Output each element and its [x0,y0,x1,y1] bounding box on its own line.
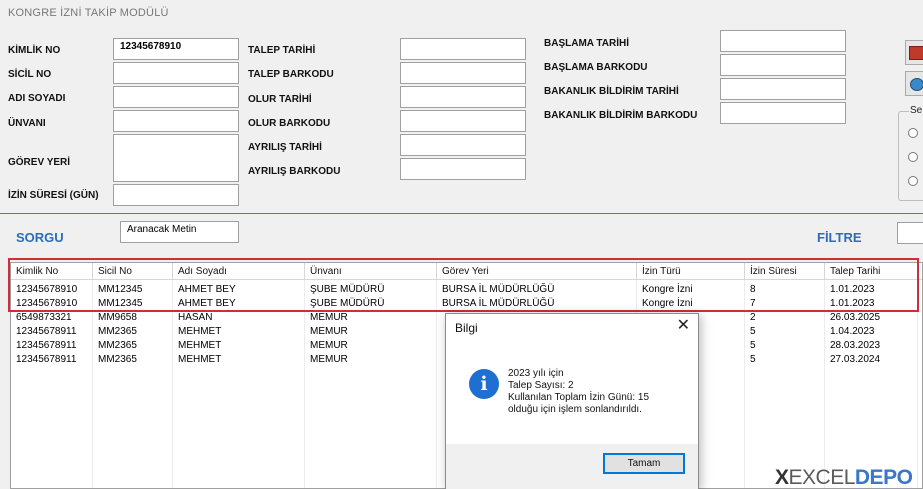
cell-unvani: MEMUR [310,326,348,337]
filter-label: FİLTRE [817,230,862,245]
selection-group: Se [898,105,923,201]
window-title: KONGRE İZNİ TAKİP MODÜLÜ [8,7,169,19]
dialog-message-line: olduğu için işlem sonlandırıldı. [508,404,642,415]
save-icon [909,46,923,60]
cell-talep-tarihi: 1.04.2023 [830,326,875,337]
cell-adi-soyadi: MEHMET [178,340,222,351]
watermark-excel: EXCEL [788,466,856,489]
ayrilis-barkodu-input[interactable] [400,158,526,180]
ayrilis-tarihi-input[interactable] [400,134,526,156]
section-divider [0,213,923,214]
watermark-logo: XEXCELDEPO [775,466,913,489]
cell-kimlik-no: 12345678911 [16,340,77,351]
watermark-x: X [775,466,789,489]
info-dialog: Bilgi ✕ i 2023 yılı için Talep Sayısı: 2… [445,313,699,489]
watermark-depo: DEPO [854,466,913,489]
label-sicil-no: SİCİL NO [8,69,52,80]
bakanlik-bildirim-barkodu-input[interactable] [720,102,846,124]
refresh-button[interactable] [905,71,923,96]
label-gorev-yeri: GÖREV YERİ [8,157,71,168]
cell-kimlik-no: 6549873321 [16,312,72,323]
info-icon: i [469,369,499,399]
label-olur-tarihi: OLUR TARİHİ [248,94,312,105]
dialog-message-line: Talep Sayısı: 2 [508,380,574,391]
olur-tarihi-input[interactable] [400,86,526,108]
cell-adi-soyadi: MEHMET [178,326,222,337]
label-olur-barkodu: OLUR BARKODU [248,118,331,129]
dialog-footer: Tamam [446,444,698,489]
bakanlik-bildirim-tarihi-input[interactable] [720,78,846,100]
cell-sicil-no: MM2365 [98,326,137,337]
adi-soyadi-input[interactable] [113,86,239,108]
cell-sicil-no: MM2365 [98,354,137,365]
label-ayrilis-tarihi: AYRILIŞ TARİHİ [248,142,322,153]
baslama-tarihi-input[interactable] [720,30,846,52]
cell-sicil-no: MM2365 [98,340,137,351]
cell-izin-suresi: 2 [750,312,756,323]
cell-talep-tarihi: 27.03.2024 [830,354,881,365]
radio-option-3[interactable] [908,176,918,186]
baslama-barkodu-input[interactable] [720,54,846,76]
highlight-box [8,258,919,312]
kimlik-no-input[interactable]: 12345678910 [113,38,239,60]
radio-option-1[interactable] [908,128,918,138]
cell-izin-suresi: 5 [750,326,756,337]
unvani-input[interactable] [113,110,239,132]
label-baslama-tarihi: BAŞLAMA TARİHİ [544,38,629,49]
close-icon[interactable]: ✕ [677,317,690,335]
radio-option-2[interactable] [908,152,918,162]
dialog-title: Bilgi [455,321,478,335]
filter-input[interactable] [897,222,923,244]
talep-barkodu-input[interactable] [400,62,526,84]
cell-unvani: MEMUR [310,340,348,351]
label-bakanlik-bildirim-tarihi: BAKANLIK BİLDİRİM TARİHİ [544,86,679,97]
save-button[interactable] [905,40,923,65]
izin-suresi-input[interactable] [113,184,239,206]
gorev-yeri-input[interactable] [113,134,239,182]
cell-sicil-no: MM9658 [98,312,137,323]
talep-tarihi-input[interactable] [400,38,526,60]
dialog-message-line: 2023 yılı için [508,368,564,379]
cell-unvani: MEMUR [310,312,348,323]
label-unvani: ÜNVANI [8,118,46,129]
cell-kimlik-no: 12345678911 [16,326,77,337]
cell-talep-tarihi: 26.03.2025 [830,312,881,323]
label-bakanlik-bildirim-barkodu: BAKANLIK BİLDİRİM BARKODU [544,110,698,121]
search-input[interactable]: Aranacak Metin [120,221,239,243]
search-label: SORGU [16,230,64,245]
label-talep-tarihi: TALEP TARİHİ [248,45,316,56]
sicil-no-input[interactable] [113,62,239,84]
label-ayrilis-barkodu: AYRILIŞ BARKODU [248,166,341,177]
refresh-icon [910,78,923,91]
cell-unvani: MEMUR [310,354,348,365]
dialog-message-line: Kullanılan Toplam İzin Günü: 15 [508,392,650,403]
cell-izin-suresi: 5 [750,340,756,351]
label-izin-suresi: İZİN SÜRESİ (GÜN) [8,190,99,201]
cell-izin-suresi: 5 [750,354,756,365]
cell-adi-soyadi: MEHMET [178,354,222,365]
ok-button[interactable]: Tamam [603,453,685,474]
label-talep-barkodu: TALEP BARKODU [248,69,334,80]
olur-barkodu-input[interactable] [400,110,526,132]
label-baslama-barkodu: BAŞLAMA BARKODU [544,62,648,73]
cell-kimlik-no: 12345678911 [16,354,77,365]
label-kimlik-no: KİMLİK NO [8,45,61,56]
label-adi-soyadi: ADI SOYADI [8,93,66,104]
group-title: Se [909,105,923,116]
cell-talep-tarihi: 28.03.2023 [830,340,881,351]
cell-adi-soyadi: HASAN [178,312,213,323]
